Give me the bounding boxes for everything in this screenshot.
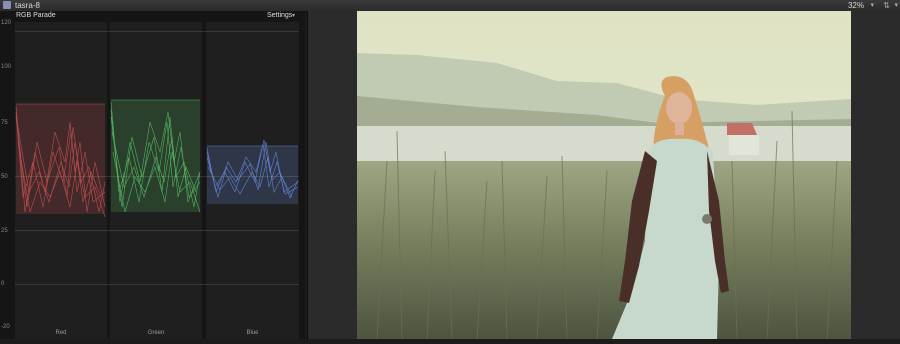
y-tick-label: 120 (1, 20, 12, 26)
y-tick-label: -20 (1, 324, 10, 330)
green-channel-panel (110, 22, 202, 339)
red-waveform (15, 103, 106, 218)
channel-label-red: Red (55, 330, 67, 336)
y-tick-label: 0 (1, 281, 5, 287)
channel-label-green: Green (147, 330, 165, 336)
y-tick-label: 75 (1, 120, 8, 126)
red-channel-panel (15, 22, 107, 339)
blue-waveform (206, 139, 299, 204)
video-scopes-panel: RGB Parade Settings ▾ 120 100 75 50 25 0… (0, 11, 305, 339)
viewer-panel (308, 11, 900, 339)
clip-icon (3, 1, 11, 9)
settings-chevron-down-icon[interactable]: ▾ (292, 12, 295, 19)
view-options-dropdown-icon[interactable]: ▾ (894, 0, 898, 11)
scope-gridline (15, 31, 299, 32)
y-tick-label: 100 (1, 64, 12, 70)
scope-gridline (15, 176, 299, 177)
viewer-image (357, 11, 851, 339)
scope-gridline (15, 230, 299, 231)
channel-label-blue: Blue (246, 330, 259, 336)
blue-channel-panel (206, 22, 299, 339)
settings-menu-button[interactable]: Settings (267, 12, 292, 19)
green-waveform (110, 99, 201, 213)
zoom-dropdown-icon[interactable]: ▾ (870, 0, 874, 11)
y-tick-label: 50 (1, 174, 8, 180)
clip-name: tasra-8 (15, 1, 40, 10)
zoom-level[interactable]: 32% (848, 0, 864, 11)
view-options-icon[interactable]: ⇅ (883, 1, 890, 11)
y-tick-label: 25 (1, 228, 8, 234)
scope-title: RGB Parade (16, 12, 56, 19)
scope-gridline (15, 284, 299, 285)
photo-woman-in-field (357, 11, 851, 339)
